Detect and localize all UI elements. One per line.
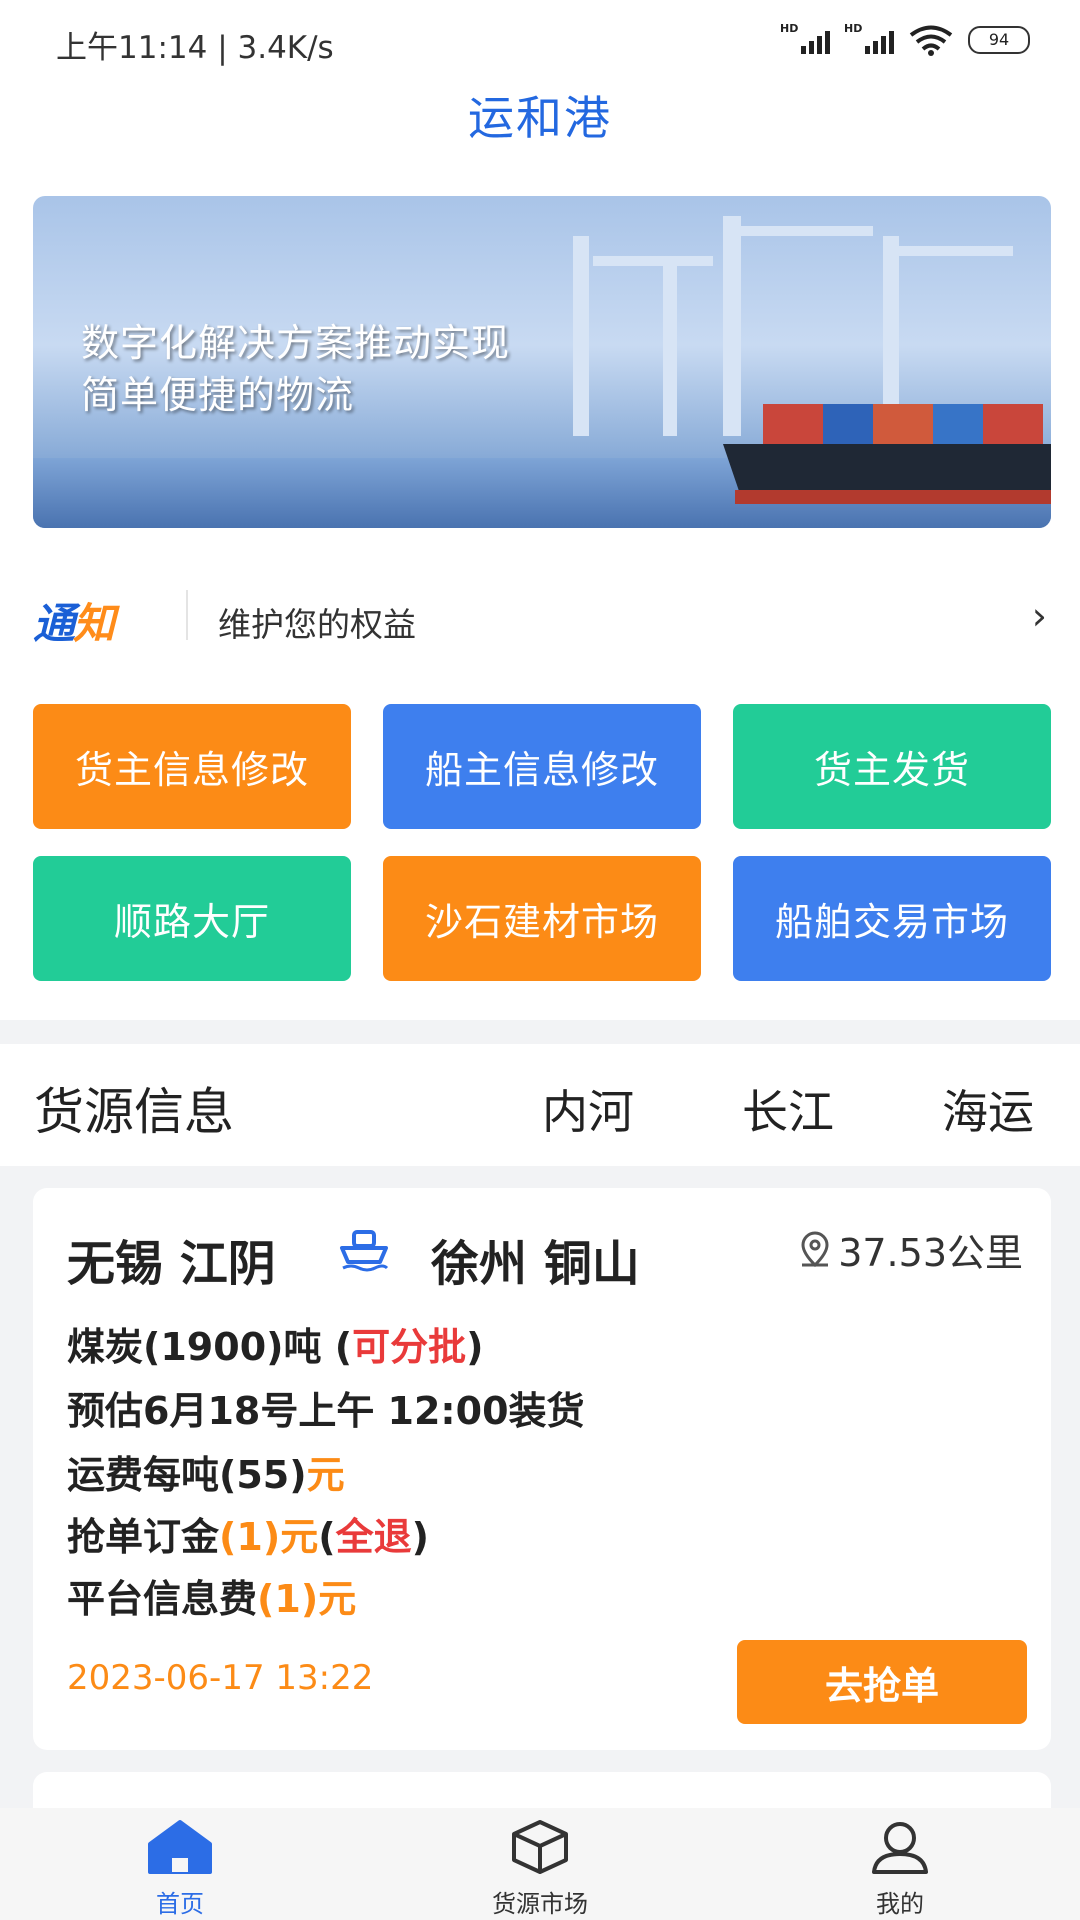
banner-line-1: 数字化解决方案推动实现: [81, 321, 511, 365]
cellular-signal-icon: HD: [780, 22, 830, 56]
cargo-section-header: 货源信息 内河 长江 海运: [0, 1044, 1080, 1166]
shipowner-info-edit-button[interactable]: 船主信息修改: [383, 704, 701, 829]
distance: 37.53公里: [798, 1222, 1023, 1277]
tab-sea-shipping[interactable]: 海运: [942, 1076, 1034, 1142]
crane-graphic: [593, 256, 713, 266]
deposit-line: 抢单订金(1)元(全退): [67, 1506, 429, 1561]
home-icon: [148, 1820, 212, 1874]
banner-line-2: 简单便捷的物流: [81, 373, 355, 417]
status-time-speed: 上午11:14 | 3.4K/s: [56, 30, 334, 66]
cellular-signal-icon: HD: [844, 22, 894, 56]
distance-value: 37.53公里: [838, 1231, 1023, 1275]
deposit-paren-close: ): [411, 1515, 429, 1559]
refund-tag: 全退: [335, 1515, 412, 1559]
route-hall-button[interactable]: 顺路大厅: [33, 856, 351, 981]
chevron-right-icon[interactable]: ›: [1032, 594, 1047, 638]
cargo-line: 煤炭(1900)吨 (可分批): [67, 1316, 483, 1371]
battery-icon: 94: [968, 26, 1030, 54]
tab-cargo-market[interactable]: 货源市场: [430, 1808, 650, 1920]
deposit-value: (1)元: [219, 1515, 319, 1559]
status-bar: 上午11:14 | 3.4K/s HD HD 94: [0, 0, 1080, 84]
grab-order-button[interactable]: 去抢单: [737, 1640, 1027, 1724]
tab-mine[interactable]: 我的: [790, 1808, 1010, 1920]
destination-label: 徐州 铜山: [431, 1236, 640, 1292]
crane-graphic: [663, 266, 677, 436]
crane-graphic: [573, 236, 589, 436]
fee-value: (1)元: [257, 1577, 357, 1621]
top-area: 上午11:14 | 3.4K/s HD HD 94 运和港 数字化解决方案推动实…: [0, 0, 1080, 1020]
batch-tag: 可分批: [352, 1325, 467, 1369]
notice-logo: 通知: [33, 590, 115, 651]
tab-home[interactable]: 首页: [70, 1808, 290, 1920]
cargo-card[interactable]: 无锡 江阴 徐州 铜山 37.53公里 煤炭(1900)吨 (可分批) 预估6月…: [33, 1188, 1051, 1750]
deposit-text: 抢单订金: [67, 1515, 220, 1559]
section-title: 货源信息: [34, 1083, 234, 1141]
wifi-icon: [909, 25, 953, 56]
sand-building-market-button[interactable]: 沙石建材市场: [383, 856, 701, 981]
box-icon: [512, 1820, 568, 1874]
fee-line: 平台信息费(1)元: [67, 1568, 356, 1623]
freight-line: 运费每吨(55)元: [67, 1444, 345, 1499]
freight-text: 运费每吨(55): [67, 1453, 307, 1497]
tab-yangtze-river[interactable]: 长江: [742, 1076, 834, 1142]
ship-icon: [340, 1230, 389, 1272]
ship-trade-market-button[interactable]: 船舶交易市场: [733, 856, 1051, 981]
shipper-ship-goods-button[interactable]: 货主发货: [733, 704, 1051, 829]
tab-home-label: 首页: [156, 1890, 204, 1918]
crane-graphic: [723, 216, 741, 436]
load-time: 预估6月18号上午 12:00装货: [67, 1389, 585, 1433]
notice-text: 维护您的权益: [218, 605, 416, 644]
tab-cargo-market-label: 货源市场: [492, 1890, 588, 1918]
page-title: 运和港: [468, 91, 612, 145]
banner[interactable]: 数字化解决方案推动实现 简单便捷的物流: [33, 196, 1051, 528]
notice-logo-accent: 知: [73, 599, 115, 648]
origin-label: 无锡 江阴: [67, 1236, 276, 1292]
user-icon: [872, 1822, 928, 1874]
tab-inland-river[interactable]: 内河: [542, 1076, 634, 1142]
status-icons: HD HD 94: [780, 22, 1030, 56]
bottom-tab-bar: 首页 货源市场 我的: [0, 1808, 1080, 1920]
shipper-info-edit-button[interactable]: 货主信息修改: [33, 704, 351, 829]
tab-mine-label: 我的: [876, 1890, 924, 1918]
notice-divider: [186, 590, 188, 640]
cargo-text: 煤炭(1900)吨 (: [67, 1325, 353, 1369]
freight-unit: 元: [306, 1453, 345, 1497]
post-date: 2023-06-17 13:22: [67, 1658, 374, 1698]
cargo-suffix: ): [466, 1325, 484, 1369]
location-pin-icon: [801, 1231, 829, 1267]
deposit-paren-open: (: [318, 1515, 336, 1559]
notice-bar[interactable]: 通知 维护您的权益 ›: [33, 584, 1051, 648]
fee-text: 平台信息费: [67, 1577, 258, 1621]
crane-graphic: [893, 246, 1013, 256]
crane-graphic: [733, 226, 873, 236]
ship-graphic: [693, 404, 1051, 504]
notice-logo-main: 通: [33, 599, 75, 648]
